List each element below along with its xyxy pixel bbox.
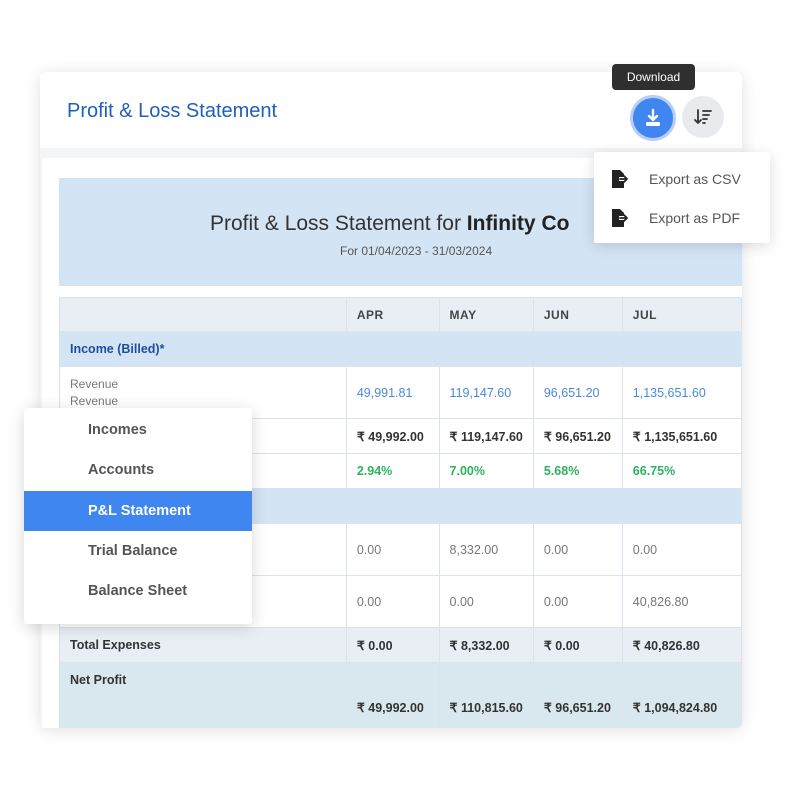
- header-label-cell: [59, 297, 347, 332]
- net-profit-value: ₹ 1,094,824.80: [621, 662, 742, 728]
- file-export-icon: [612, 170, 628, 188]
- income-total-value: ₹ 1,135,651.60: [621, 418, 742, 454]
- side-item-pl-statement[interactable]: P&L Statement: [24, 491, 252, 531]
- percentage-value: 5.68%: [532, 453, 623, 489]
- revenue-label-line: Revenue: [70, 393, 119, 408]
- report-heading: Profit & Loss Statement for Infinity Co: [210, 212, 569, 236]
- net-profit-label: Net Profit: [59, 662, 347, 728]
- net-profit-row: Net Profit ₹ 49,992.00 ₹ 110,815.60 ₹ 96…: [59, 662, 742, 728]
- side-item-accounts[interactable]: Accounts: [24, 450, 252, 490]
- download-icon: [646, 108, 660, 126]
- revenue-value-link[interactable]: 119,147.60: [438, 366, 534, 419]
- expense-value-link[interactable]: 8,332.00: [438, 523, 534, 576]
- report-company: Infinity Co: [466, 212, 570, 235]
- download-button[interactable]: [630, 95, 676, 141]
- income-total-value: ₹ 96,651.20: [532, 418, 623, 454]
- table-header-row: APR MAY JUN JUL: [59, 297, 742, 332]
- expense-value: 0.00: [345, 523, 440, 576]
- export-pdf-label: Export as PDF: [649, 210, 741, 226]
- reports-side-menu: Incomes Accounts P&L Statement Trial Bal…: [24, 408, 252, 624]
- net-profit-value: ₹ 110,815.60: [438, 662, 534, 728]
- export-csv-item[interactable]: Export as CSV: [594, 160, 770, 198]
- export-pdf-item[interactable]: Export as PDF: [594, 199, 770, 237]
- month-header: MAY: [438, 297, 534, 332]
- income-section-label: Income (Billed)*: [59, 331, 347, 367]
- sort-button[interactable]: [682, 96, 724, 138]
- total-expenses-value: ₹ 0.00: [532, 627, 623, 663]
- total-expenses-value: ₹ 8,332.00: [438, 627, 534, 663]
- income-total-value: ₹ 49,992.00: [345, 418, 440, 454]
- expense-value-link[interactable]: 40,826.80: [621, 575, 742, 628]
- report-heading-prefix: Profit & Loss Statement for: [210, 212, 467, 235]
- download-tooltip: Download: [612, 64, 695, 90]
- month-header: JUN: [532, 297, 623, 332]
- percentage-value: 66.75%: [621, 453, 742, 489]
- export-menu: Export as CSV Export as PDF: [594, 152, 770, 243]
- section-fill: [345, 488, 742, 524]
- sort-icon: [694, 109, 712, 124]
- total-expenses-label: Total Expenses: [59, 627, 347, 663]
- export-csv-label: Export as CSV: [649, 171, 741, 187]
- month-header: JUL: [621, 297, 742, 332]
- expense-value: 0.00: [532, 523, 623, 576]
- total-expenses-row: Total Expenses ₹ 0.00 ₹ 8,332.00 ₹ 0.00 …: [59, 627, 742, 663]
- revenue-value-link[interactable]: 49,991.81: [345, 366, 440, 419]
- revenue-value-link[interactable]: 96,651.20: [532, 366, 623, 419]
- expense-value: 0.00: [621, 523, 742, 576]
- net-profit-value: ₹ 96,651.20: [532, 662, 623, 728]
- expense-value: 0.00: [532, 575, 623, 628]
- file-export-icon: [612, 209, 628, 227]
- expense-value: 0.00: [345, 575, 440, 628]
- side-item-incomes[interactable]: Incomes: [24, 410, 252, 450]
- expense-value: 0.00: [438, 575, 534, 628]
- net-profit-value: ₹ 49,992.00: [345, 662, 440, 728]
- income-total-value: ₹ 119,147.60: [438, 418, 534, 454]
- percentage-value: 2.94%: [345, 453, 440, 489]
- revenue-label-line: Revenue: [70, 376, 119, 391]
- month-header: APR: [345, 297, 440, 332]
- percentage-value: 7.00%: [438, 453, 534, 489]
- income-section-row: Income (Billed)*: [59, 331, 742, 367]
- side-item-trial-balance[interactable]: Trial Balance: [24, 531, 252, 571]
- page-title: Profit & Loss Statement: [67, 100, 278, 122]
- section-fill: [345, 331, 742, 367]
- total-expenses-value: ₹ 40,826.80: [621, 627, 742, 663]
- side-item-balance-sheet[interactable]: Balance Sheet: [24, 571, 252, 611]
- report-period: For 01/04/2023 - 31/03/2024: [340, 244, 493, 258]
- revenue-value-link[interactable]: 1,135,651.60: [621, 366, 742, 419]
- total-expenses-value: ₹ 0.00: [345, 627, 440, 663]
